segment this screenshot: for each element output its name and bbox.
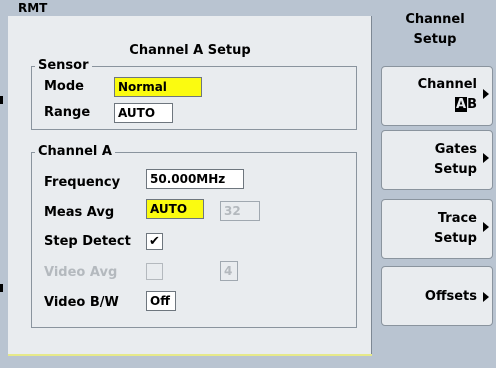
frequency-field[interactable]: 50.000MHz [146,169,244,189]
bottom-status-bar [8,354,372,368]
frequency-label: Frequency [44,175,121,190]
trace-softkey-line2: Setup [434,231,477,246]
channel-ab-softkey[interactable]: Channel AB [381,66,493,126]
channel-a-selected: A [455,97,468,112]
trace-setup-softkey[interactable]: Trace Setup [381,199,493,259]
meas-avg-mode-field[interactable]: AUTO [146,199,204,219]
video-bw-label: Video B/W [44,295,119,310]
chevron-right-icon [483,222,489,232]
chevron-right-icon [483,89,489,99]
mode-field[interactable]: Normal [114,77,202,97]
meas-avg-count-field: 32 [220,201,260,221]
trace-softkey-line1: Trace [437,211,477,226]
gates-softkey-line1: Gates [434,142,477,157]
video-avg-label: Video Avg [44,265,118,280]
video-avg-checkbox [146,263,163,280]
video-bw-field[interactable]: Off [146,291,176,311]
channel-softkey-label: Channel [417,77,477,92]
video-avg-count-field: 4 [220,261,238,281]
channel-group-legend: Channel A [35,144,115,159]
meas-avg-label: Meas Avg [44,205,115,220]
status-bar [8,0,372,16]
page-title: Channel A Setup [129,43,251,58]
range-label: Range [44,105,91,120]
softkey-menu-title-line2: Setup [413,32,457,47]
offsets-softkey-label: Offsets [424,289,477,304]
chevron-right-icon [483,153,489,163]
bezel-marker-bottom [0,284,3,292]
softkey-menu-title-line1: Channel [405,12,465,27]
range-field[interactable]: AUTO [114,103,173,123]
channel-b-option: B [467,97,477,112]
step-detect-label: Step Detect [44,234,131,249]
gates-softkey-line2: Setup [434,162,477,177]
mode-label: Mode [44,79,84,94]
softkey-menu-title: Channel Setup [374,10,496,50]
step-detect-checkbox[interactable]: ✔ [146,233,163,250]
sensor-group-legend: Sensor [35,58,92,73]
gates-setup-softkey[interactable]: Gates Setup [381,130,493,190]
offsets-softkey[interactable]: Offsets [381,266,493,326]
channel-selector-ab: AB [455,95,477,115]
bezel-marker-top [0,96,3,104]
remote-indicator: RMT [18,1,48,15]
chevron-right-icon [483,292,489,302]
